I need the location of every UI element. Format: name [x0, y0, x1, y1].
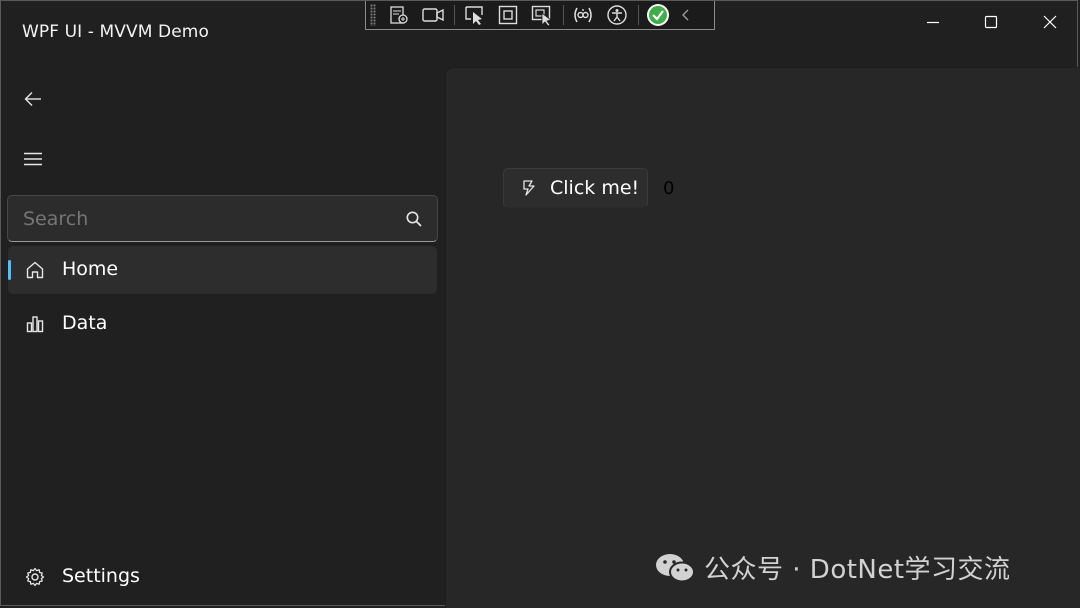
- search-box[interactable]: [7, 195, 438, 242]
- collapse-toolbar-button[interactable]: [677, 2, 695, 28]
- display-layout-adorners-button[interactable]: [493, 2, 523, 28]
- nav-item-label: Home: [62, 258, 119, 280]
- xaml-debug-toolbar: [365, 1, 715, 30]
- nav-item-settings[interactable]: Settings: [8, 553, 437, 601]
- accessibility-icon: [607, 5, 627, 25]
- minimize-button[interactable]: [904, 1, 962, 43]
- menu-toggle-button[interactable]: [15, 141, 51, 177]
- live-visual-tree-button[interactable]: [384, 2, 414, 28]
- search-icon[interactable]: [405, 210, 423, 228]
- content-area: Click me! 0: [445, 67, 1080, 608]
- maximize-button[interactable]: [962, 1, 1020, 43]
- nav-item-label: Data: [62, 312, 108, 334]
- select-element-icon: [465, 6, 483, 25]
- click-me-label: Click me!: [550, 177, 640, 199]
- fluent-icon-wrapper: [521, 179, 537, 197]
- search-input[interactable]: [23, 208, 393, 230]
- collapse-chevron-icon: [682, 9, 689, 21]
- watermark: 公众号 · DotNet学习交流: [654, 549, 1011, 586]
- bar-chart-icon: [26, 316, 44, 333]
- record-button[interactable]: [418, 2, 448, 28]
- close-icon: [1043, 15, 1057, 29]
- nav-item-label: Settings: [62, 565, 140, 587]
- click-counter: 0: [663, 178, 675, 199]
- fluent-icon: [523, 180, 535, 196]
- binding-failures-button[interactable]: [568, 2, 598, 28]
- home-icon: [26, 261, 44, 279]
- back-button[interactable]: [15, 81, 51, 117]
- watermark-text: 公众号 · DotNet学习交流: [704, 555, 1011, 585]
- toolbar-separator: [563, 5, 564, 25]
- toolbar-separator: [638, 5, 639, 25]
- status-ok-button[interactable]: [643, 2, 673, 28]
- hamburger-menu-icon: [24, 152, 42, 166]
- track-focus-icon: [531, 5, 552, 26]
- accessibility-button[interactable]: [602, 2, 632, 28]
- nav-item-home[interactable]: Home: [8, 246, 437, 294]
- selection-indicator: [8, 260, 11, 280]
- select-element-button[interactable]: [459, 2, 489, 28]
- track-focus-button[interactable]: [527, 2, 557, 28]
- toolbar-separator: [454, 5, 455, 25]
- minimize-icon: [927, 21, 939, 24]
- toolbar-grip[interactable]: [370, 4, 376, 26]
- nav-item-data[interactable]: Data: [8, 300, 437, 348]
- click-me-button[interactable]: Click me!: [503, 168, 648, 208]
- back-arrow-icon: [24, 92, 41, 106]
- live-visual-tree-icon: [390, 6, 408, 24]
- close-button[interactable]: [1021, 1, 1079, 43]
- window-title: WPF UI - MVVM Demo: [22, 22, 209, 42]
- wechat-icon: [656, 553, 695, 582]
- display-layout-adorners-icon: [498, 5, 518, 25]
- gear-icon: [25, 567, 45, 587]
- app-window: WPF UI - MVVM Demo Search Home Data Sett…: [0, 0, 1080, 608]
- record-icon: [422, 8, 444, 22]
- status-ok-icon: [647, 4, 669, 26]
- binding-failures-icon: [574, 7, 592, 23]
- maximize-icon: [984, 15, 998, 29]
